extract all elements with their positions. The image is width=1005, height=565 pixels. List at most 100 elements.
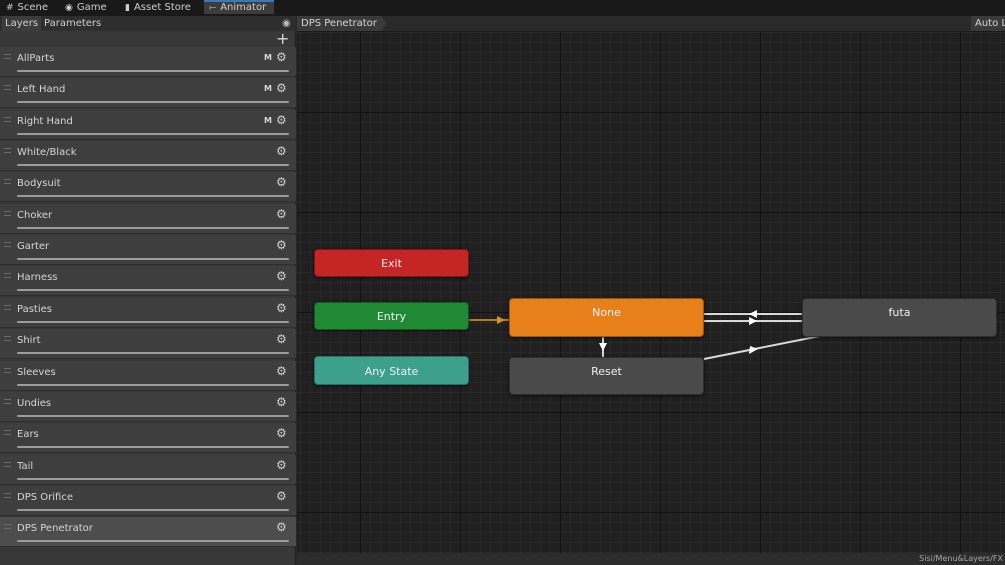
layer-name: DPS Penetrator <box>17 523 93 535</box>
tab-animator[interactable]: ⤚ Animator <box>204 0 274 14</box>
status-bar: Sisi/Menu&Layers/FX <box>297 553 1005 565</box>
gear-icon[interactable]: ⚙ <box>276 175 287 189</box>
layer-row[interactable]: Ears ⚙ <box>0 423 296 454</box>
gear-icon[interactable]: ⚙ <box>276 207 287 221</box>
drag-handle-icon[interactable] <box>4 430 11 436</box>
layer-weight-slider[interactable] <box>17 320 289 323</box>
drag-handle-icon[interactable] <box>4 148 11 154</box>
drag-handle-icon[interactable] <box>4 54 11 59</box>
state-futa[interactable]: futa <box>802 298 997 337</box>
gear-icon[interactable]: ⚙ <box>276 238 287 252</box>
drag-handle-icon[interactable] <box>4 304 11 310</box>
state-any-state[interactable]: Any State <box>314 356 469 385</box>
layer-row[interactable]: White/Black ⚙ <box>0 141 296 172</box>
layer-row[interactable]: Tail ⚙ <box>0 454 296 485</box>
layer-weight-slider[interactable] <box>17 477 289 480</box>
drag-handle-icon[interactable] <box>4 336 11 342</box>
tab-parameters[interactable]: Parameters <box>41 16 104 31</box>
add-layer-button[interactable]: + <box>276 31 289 47</box>
layer-row[interactable]: Garter ⚙ <box>0 235 296 266</box>
gear-icon[interactable]: ⚙ <box>276 520 287 534</box>
layer-weight-slider[interactable] <box>17 289 289 292</box>
layer-row[interactable]: Right Hand M ⚙ <box>0 109 296 140</box>
state-entry[interactable]: Entry <box>314 302 469 330</box>
layer-row[interactable]: DPS Orifice ⚙ <box>0 485 296 516</box>
state-label: futa <box>888 306 911 319</box>
layer-weight-slider[interactable] <box>17 446 289 449</box>
tab-label: Game <box>76 2 107 13</box>
layer-name: Choker <box>17 209 53 221</box>
gear-icon[interactable]: ⚙ <box>276 81 287 95</box>
gear-icon[interactable]: ⚙ <box>276 458 287 472</box>
layer-row[interactable]: Shirt ⚙ <box>0 329 296 360</box>
state-label: Reset <box>591 365 622 378</box>
layer-row[interactable]: Harness ⚙ <box>0 266 296 297</box>
layer-weight-slider[interactable] <box>17 508 289 511</box>
layer-weight-slider[interactable] <box>17 352 289 355</box>
tab-layers[interactable]: Layers <box>2 16 42 31</box>
layers-panel: Layers Parameters ◉ + AllParts M ⚙ Left Han… <box>0 16 296 565</box>
animator-icon: ⤚ <box>209 3 217 13</box>
drag-handle-icon[interactable] <box>4 242 11 248</box>
drag-handle-icon[interactable] <box>4 461 11 467</box>
layer-weight-slider[interactable] <box>17 414 289 417</box>
gear-icon[interactable]: ⚙ <box>276 301 287 315</box>
transition-wires <box>469 310 821 360</box>
drag-handle-icon[interactable] <box>4 116 11 122</box>
layer-weight-slider[interactable] <box>17 101 289 104</box>
layer-mask-badge: M <box>264 115 272 125</box>
layer-weight-slider[interactable] <box>17 226 289 229</box>
layer-weight-slider[interactable] <box>17 383 289 386</box>
layer-weight-slider[interactable] <box>17 258 289 261</box>
drag-handle-icon[interactable] <box>4 273 11 279</box>
drag-handle-icon[interactable] <box>4 85 11 91</box>
layer-name: Right Hand <box>17 115 73 127</box>
drag-handle-icon[interactable] <box>4 367 11 373</box>
layer-row[interactable]: Undies ⚙ <box>0 391 296 422</box>
tab-label: Scene <box>17 2 49 13</box>
layer-weight-slider[interactable] <box>17 540 289 543</box>
layer-weight-slider[interactable] <box>17 70 289 72</box>
layer-row[interactable]: Bodysuit ⚙ <box>0 172 296 203</box>
tab-asset-store[interactable]: ▮ Asset Store <box>125 0 191 16</box>
gear-icon[interactable]: ⚙ <box>276 269 287 283</box>
layer-row[interactable]: Pasties ⚙ <box>0 297 296 328</box>
bag-icon: ▮ <box>125 3 130 13</box>
gear-icon[interactable]: ⚙ <box>276 489 287 503</box>
layer-name: Pasties <box>17 303 52 315</box>
layer-weight-slider[interactable] <box>17 132 289 135</box>
drag-handle-icon[interactable] <box>4 398 11 404</box>
gear-icon[interactable]: ⚙ <box>276 395 287 409</box>
state-none[interactable]: None <box>509 298 704 337</box>
layer-weight-slider[interactable] <box>17 195 289 198</box>
gear-icon[interactable]: ⚙ <box>276 113 287 127</box>
gear-icon[interactable]: ⚙ <box>276 332 287 346</box>
layer-name: Bodysuit <box>17 178 61 190</box>
layer-row[interactable]: DPS Penetrator ⚙ <box>0 517 296 548</box>
gear-icon[interactable]: ⚙ <box>276 144 287 158</box>
tab-game[interactable]: ◉ Game <box>65 0 107 16</box>
transition-reset-futa <box>703 335 821 360</box>
drag-handle-icon[interactable] <box>4 524 11 530</box>
layer-row[interactable]: Left Hand M ⚙ <box>0 78 296 109</box>
arrowhead <box>599 343 607 351</box>
layer-name: Garter <box>17 241 50 253</box>
tab-label: Asset Store <box>133 2 191 13</box>
layer-row[interactable]: AllParts M ⚙ <box>0 47 296 77</box>
animator-graph[interactable]: DPS Penetrator Auto Live Link Exit Entry… <box>297 16 1005 565</box>
layer-row[interactable]: Choker ⚙ <box>0 203 296 234</box>
gear-icon[interactable]: ⚙ <box>276 50 287 64</box>
gear-icon[interactable]: ⚙ <box>276 364 287 378</box>
editor-tab-bar: # Scene ◉ Game ▮ Asset Store ⤚ Animator <box>0 0 1005 16</box>
drag-handle-icon[interactable] <box>4 179 11 185</box>
state-reset[interactable]: Reset <box>509 357 704 395</box>
state-label: Any State <box>364 365 419 378</box>
drag-handle-icon[interactable] <box>4 492 11 498</box>
gear-icon[interactable]: ⚙ <box>276 426 287 440</box>
drag-handle-icon[interactable] <box>4 210 11 216</box>
tab-scene[interactable]: # Scene <box>6 0 48 16</box>
state-exit[interactable]: Exit <box>314 249 469 277</box>
layer-weight-slider[interactable] <box>17 164 289 167</box>
layer-row[interactable]: Sleeves ⚙ <box>0 360 296 391</box>
layer-name: Harness <box>17 272 58 284</box>
